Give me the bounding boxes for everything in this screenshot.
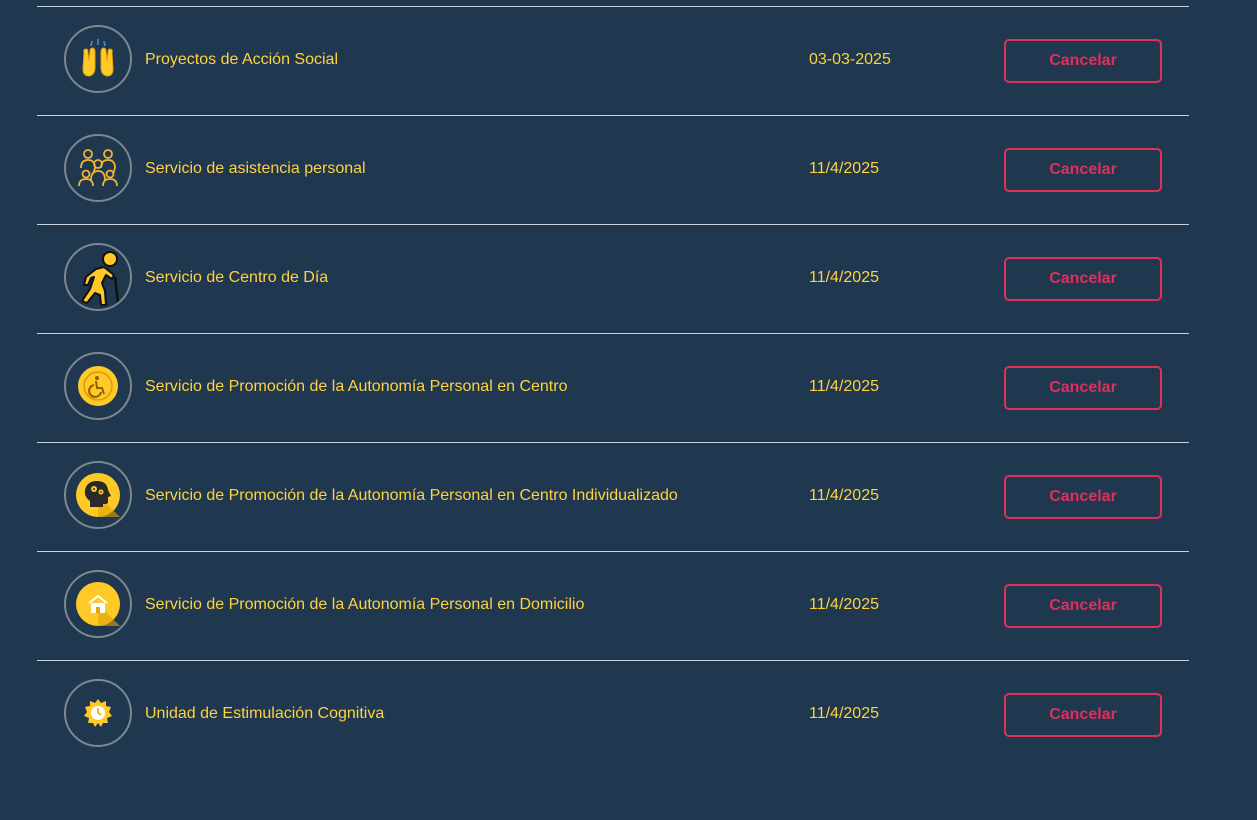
cancel-button[interactable]: Cancelar: [1004, 475, 1162, 519]
service-name: Servicio de Centro de Día: [145, 269, 329, 286]
service-date: 11/4/2025: [809, 487, 879, 504]
list-item: Servicio de Centro de Día 11/4/2025 Canc…: [37, 224, 1189, 333]
service-name: Servicio de Promoción de la Autonomía Pe…: [145, 378, 568, 395]
head-gears-icon: [64, 461, 132, 529]
service-name: Servicio de Promoción de la Autonomía Pe…: [145, 487, 678, 504]
cancel-button[interactable]: Cancelar: [1004, 584, 1162, 628]
service-name: Servicio de Promoción de la Autonomía Pe…: [145, 596, 585, 613]
list-item: Proyectos de Acción Social 03-03-2025 Ca…: [37, 6, 1189, 115]
service-name: Proyectos de Acción Social: [145, 51, 338, 68]
service-date: 11/4/2025: [809, 269, 879, 286]
list-item: Servicio de Promoción de la Autonomía Pe…: [37, 551, 1189, 660]
elderly-person-cane-icon: [64, 243, 132, 311]
people-group-icon: [64, 134, 132, 202]
service-name: Servicio de asistencia personal: [145, 160, 366, 177]
services-list: Proyectos de Acción Social 03-03-2025 Ca…: [37, 6, 1189, 769]
raised-hands-icon: [64, 25, 132, 93]
service-date: 03-03-2025: [809, 51, 891, 68]
service-date: 11/4/2025: [809, 705, 879, 722]
service-name: Unidad de Estimulación Cognitiva: [145, 705, 385, 722]
cancel-button[interactable]: Cancelar: [1004, 366, 1162, 410]
cancel-button[interactable]: Cancelar: [1004, 693, 1162, 737]
cancel-button[interactable]: Cancelar: [1004, 257, 1162, 301]
wheelchair-icon: [64, 352, 132, 420]
cancel-button[interactable]: Cancelar: [1004, 39, 1162, 83]
service-date: 11/4/2025: [809, 160, 879, 177]
clock-badge-icon: [64, 679, 132, 747]
service-date: 11/4/2025: [809, 378, 879, 395]
list-item: Unidad de Estimulación Cognitiva 11/4/20…: [37, 660, 1189, 769]
house-icon: [64, 570, 132, 638]
cancel-button[interactable]: Cancelar: [1004, 148, 1162, 192]
list-item: Servicio de Promoción de la Autonomía Pe…: [37, 333, 1189, 442]
list-item: Servicio de asistencia personal 11/4/202…: [37, 115, 1189, 224]
list-item: Servicio de Promoción de la Autonomía Pe…: [37, 442, 1189, 551]
service-date: 11/4/2025: [809, 596, 879, 613]
